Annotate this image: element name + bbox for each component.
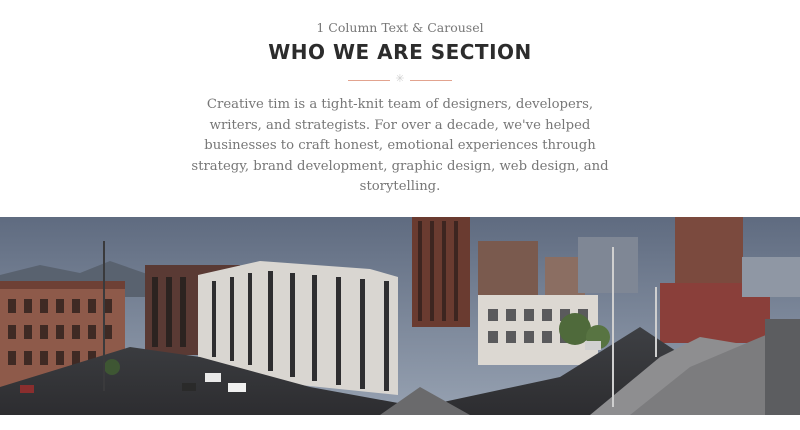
section-title: WHO WE ARE SECTION [268, 40, 532, 64]
city-panorama [0, 217, 800, 415]
section-description: Creative tim is a tight-knit team of des… [191, 97, 609, 194]
section-eyebrow: 1 Column Text & Carousel [316, 20, 484, 35]
star-icon: ✳ [395, 72, 405, 85]
divider-line-right [410, 80, 452, 81]
carousel-image[interactable] [0, 217, 800, 415]
divider-line-left [348, 80, 390, 81]
title-divider: ✳ [348, 72, 452, 87]
